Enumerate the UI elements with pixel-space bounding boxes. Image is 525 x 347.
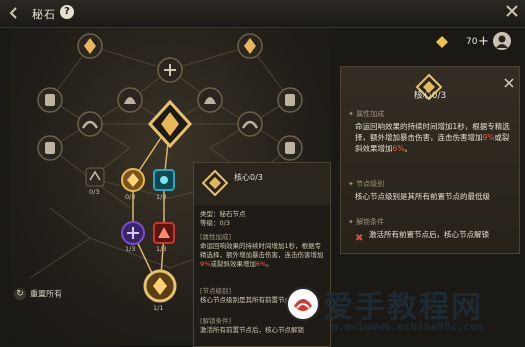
node-detail-panel: 核心0/3 ✦ 属性加成 命运回响效果的持续时间增加1秒，根据专精选择，额外增加… xyxy=(340,66,520,254)
tree-node-r2-a[interactable] xyxy=(37,87,63,113)
tree-node-top-right[interactable] xyxy=(237,33,263,59)
reset-icon: ↻ xyxy=(14,288,26,300)
section-attr-text: 命运回响效果的持续时间增加1秒，根据专精选择，额外增加暴击伤害，连击伤害增加9%… xyxy=(355,122,510,153)
tooltip-title: 核心0/3 xyxy=(234,173,263,182)
tree-node-left-small[interactable] xyxy=(85,167,105,187)
tree-node-r2-d[interactable] xyxy=(277,87,303,113)
tooltip-level: 等级：0/3 xyxy=(200,219,230,227)
node-count-low-red: 1/3 xyxy=(156,245,167,253)
node-count-mid-teal: 1/3 xyxy=(156,193,167,201)
reset-all-button[interactable]: ↻ 重置所有 xyxy=(14,288,62,302)
currency-display: 70 + xyxy=(436,34,492,50)
tree-node-r3-b[interactable] xyxy=(237,111,263,137)
top-bar: 秘石 ? xyxy=(0,0,525,28)
node-count-left-small: 0/3 xyxy=(89,188,100,196)
tooltip-attr-header: [属性加成] xyxy=(200,233,232,241)
tree-node-low-purple[interactable] xyxy=(121,221,145,245)
tree-node-top-mid[interactable] xyxy=(157,57,183,83)
tooltip-type: 类型：秘石节点 xyxy=(200,210,246,218)
reset-all-label: 重置所有 xyxy=(30,289,62,299)
node-count-low-purple: 1/3 xyxy=(125,245,136,253)
tree-node-r4-a[interactable] xyxy=(37,135,63,161)
tree-node-bottom[interactable] xyxy=(143,269,177,303)
section-level-text: 核心节点级别是其所有前置节点的最低级 xyxy=(355,192,490,201)
avatar[interactable] xyxy=(493,32,511,50)
watermark-logo-icon xyxy=(285,286,321,322)
node-count-mid-gold: 0/3 xyxy=(125,193,136,201)
tree-node-mid-gold[interactable] xyxy=(121,168,145,192)
close-icon[interactable] xyxy=(505,2,519,24)
section-unlock-text: 激活所有前置节点后，核心节点解锁 xyxy=(369,230,489,239)
panel-title: 核心0/3 xyxy=(413,91,447,101)
tree-node-mid-teal[interactable] xyxy=(153,169,175,191)
gem-icon xyxy=(436,36,448,48)
panel-close-icon[interactable] xyxy=(504,77,514,91)
page-title: 秘石 xyxy=(32,8,56,21)
add-currency-button[interactable]: + xyxy=(478,34,489,49)
tooltip-attr-text: 命运回响效果的持续时间增加1秒，根据专精选择，额外增加暴击伤害，连击伤害增加9%… xyxy=(200,242,324,268)
tree-node-core[interactable] xyxy=(147,99,193,149)
currency-value: 70 xyxy=(466,37,478,47)
node-count-bottom: 1/1 xyxy=(153,304,164,312)
watermark-url: m.ewiwwwb.echiha98c.com xyxy=(331,320,484,333)
watermark: 爱手教程网 m.ewiwwwb.echiha98c.com xyxy=(285,280,515,345)
tree-node-r4-b[interactable] xyxy=(277,135,303,161)
tree-node-r2-b[interactable] xyxy=(117,87,143,113)
locked-cross-icon: ✖ xyxy=(355,233,364,244)
help-icon[interactable]: ? xyxy=(60,5,74,19)
tooltip-core-icon xyxy=(201,169,229,197)
tree-node-top-left[interactable] xyxy=(77,33,103,59)
section-attr-header: ✦ 属性加成 xyxy=(348,110,385,118)
tooltip-header: 核心0/3 xyxy=(194,163,330,205)
back-icon[interactable] xyxy=(6,5,22,21)
tree-node-r2-c[interactable] xyxy=(197,87,223,113)
section-unlock-header: ✦ 解锁条件 xyxy=(348,218,385,226)
tree-node-low-red[interactable] xyxy=(153,222,175,244)
section-level-header: ✦ 节点级别 xyxy=(348,180,385,188)
tree-node-r3-a[interactable] xyxy=(77,111,103,137)
